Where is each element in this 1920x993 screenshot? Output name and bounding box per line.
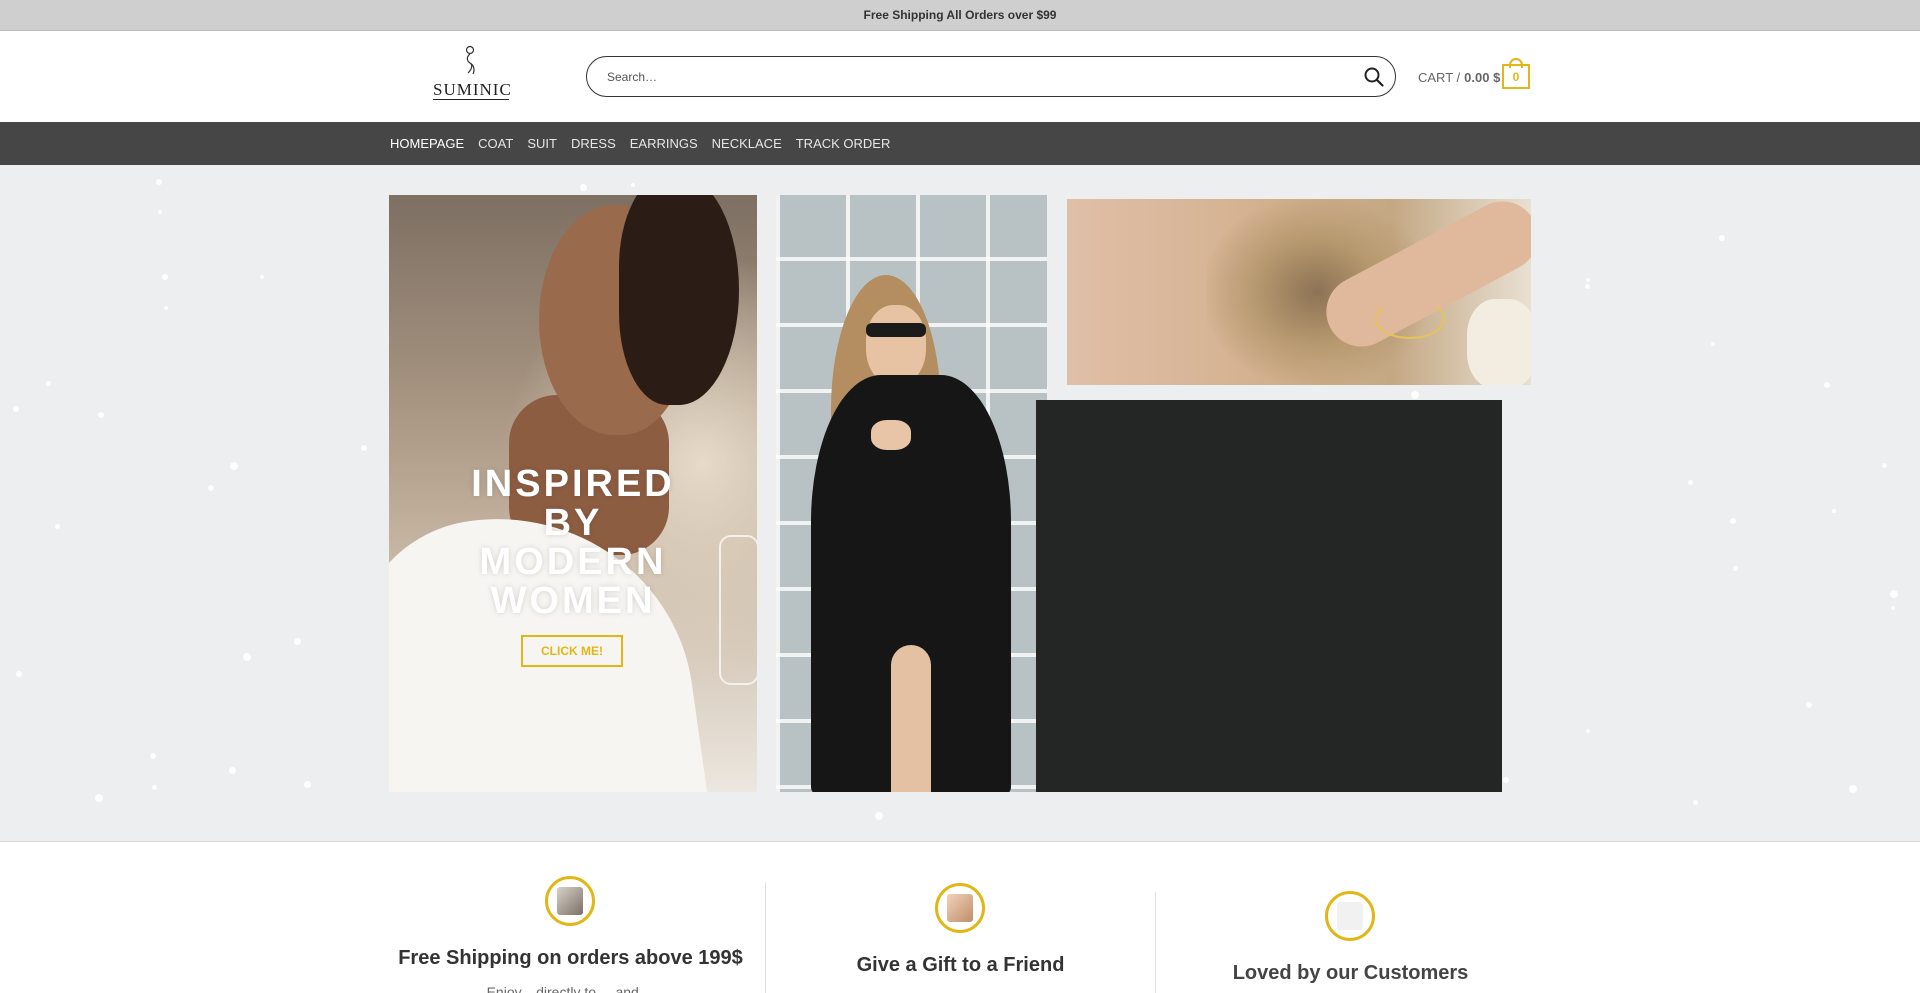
snow-dot xyxy=(1688,480,1693,485)
snow-dot xyxy=(631,183,635,187)
banner-bracelet[interactable] xyxy=(1067,199,1531,385)
cart-link[interactable]: CART / 0.00 $ 0 xyxy=(1418,58,1530,89)
feature-text: Enjoy... directly to ... and ... xyxy=(486,984,655,993)
snow-dot xyxy=(156,179,162,185)
search-button[interactable] xyxy=(1363,66,1385,88)
banner-2-face xyxy=(866,305,926,385)
snow-dot xyxy=(150,753,156,759)
snow-dot xyxy=(152,785,157,790)
search-icon xyxy=(1364,67,1384,87)
snow-dot xyxy=(98,412,104,418)
snow-dot xyxy=(580,184,587,191)
cart-label: CART / xyxy=(1418,69,1461,85)
feature-title: Loved by our Customers xyxy=(1232,962,1469,984)
site-header: SUMINIC CART / 0.00 $ 0 xyxy=(0,31,1920,122)
snow-dot xyxy=(1824,382,1830,388)
hero-headline-line: MODERN xyxy=(479,541,667,583)
nav-item-necklace[interactable]: NECKLACE xyxy=(712,136,782,151)
banner-2-sunglasses xyxy=(866,323,926,337)
snow-dot xyxy=(1891,606,1895,610)
nav-item-homepage[interactable]: HOMEPAGE xyxy=(390,136,464,151)
nav-item-dress[interactable]: DRESS xyxy=(571,136,616,151)
snow-dot xyxy=(260,275,264,279)
snow-dot xyxy=(1890,590,1898,598)
cart-icon[interactable]: 0 xyxy=(1502,58,1530,89)
snow-dot xyxy=(1832,509,1836,513)
snow-dot xyxy=(1585,284,1590,289)
banner-3-bracelet xyxy=(1375,299,1445,339)
nav-item-track-order[interactable]: TRACK ORDER xyxy=(796,136,891,151)
banner-black-coat[interactable] xyxy=(776,195,1047,792)
logo-figure-icon xyxy=(465,45,475,75)
snow-dot xyxy=(1586,729,1590,733)
snow-dot xyxy=(16,671,22,677)
snow-dot xyxy=(1693,800,1698,805)
snow-dot xyxy=(1411,391,1419,399)
cart-count: 0 xyxy=(1502,64,1530,89)
snow-dot xyxy=(294,638,301,645)
snow-dot xyxy=(95,794,103,802)
hero-headline-line: WOMEN xyxy=(490,580,656,622)
snow-dot xyxy=(208,485,214,491)
nav-item-suit[interactable]: SUIT xyxy=(527,136,557,151)
main-nav: HOMEPAGE COAT SUIT DRESS EARRINGS NECKLA… xyxy=(0,122,1920,165)
banner-3-flower xyxy=(1467,299,1531,385)
hero-section: INSPIRED BY MODERN WOMEN CLICK ME! xyxy=(0,165,1920,842)
snow-dot xyxy=(1806,702,1812,708)
feature-loved-image xyxy=(1337,902,1363,930)
snow-dot xyxy=(1882,463,1887,468)
banner-woman-necklace[interactable]: INSPIRED BY MODERN WOMEN CLICK ME! xyxy=(389,195,757,792)
snow-dot xyxy=(1711,342,1715,346)
feature-shipping-icon xyxy=(545,876,595,926)
announcement-text: Free Shipping All Orders over $99 xyxy=(863,8,1057,22)
snow-dot xyxy=(1849,785,1857,793)
snow-dot xyxy=(304,781,311,788)
snow-dot xyxy=(158,210,162,214)
snow-dot xyxy=(13,406,19,412)
snow-dot xyxy=(361,445,367,451)
banner-2-leg xyxy=(891,645,931,792)
feature-title: Free Shipping on orders above 199$ xyxy=(398,947,743,969)
search-input[interactable] xyxy=(607,57,1347,96)
snow-dot xyxy=(162,274,168,280)
nav-item-earrings[interactable]: EARRINGS xyxy=(630,136,698,151)
snow-dot xyxy=(1586,278,1590,282)
feature-gift-image xyxy=(947,894,973,922)
hero-headline-line: INSPIRED xyxy=(471,463,675,505)
snow-dot xyxy=(230,462,238,470)
banner-2-hand xyxy=(871,420,911,450)
snow-dot xyxy=(229,767,236,774)
features-section: Free Shipping on orders above 199$ Enjoy… xyxy=(0,842,1920,993)
feature-title: Give a Gift to a Friend xyxy=(856,954,1065,976)
snow-dot xyxy=(164,306,168,310)
hero-cta-button[interactable]: CLICK ME! xyxy=(521,635,623,667)
search-form xyxy=(586,56,1396,97)
snow-dot xyxy=(243,653,251,661)
site-logo[interactable]: SUMINIC xyxy=(425,45,515,105)
snow-dot xyxy=(1719,235,1725,241)
hero-headline-line: BY xyxy=(543,502,603,544)
logo-wordmark: SUMINIC xyxy=(433,80,512,100)
hero-headline: INSPIRED BY MODERN WOMEN xyxy=(389,465,757,621)
feature-loved-icon xyxy=(1325,891,1375,941)
feature-shipping-image xyxy=(557,887,583,915)
banner-dark-placeholder[interactable] xyxy=(1036,400,1502,792)
snow-dot xyxy=(1503,777,1509,783)
cart-amount: 0.00 $ xyxy=(1464,69,1501,85)
feature-gift-icon xyxy=(935,883,985,933)
snow-dot xyxy=(1733,566,1738,571)
snow-dot xyxy=(875,812,883,820)
snow-dot xyxy=(46,381,51,386)
announcement-bar: Free Shipping All Orders over $99 xyxy=(0,0,1920,31)
snow-dot xyxy=(55,524,60,529)
snow-dot xyxy=(1730,518,1736,524)
nav-item-coat[interactable]: COAT xyxy=(478,136,513,151)
